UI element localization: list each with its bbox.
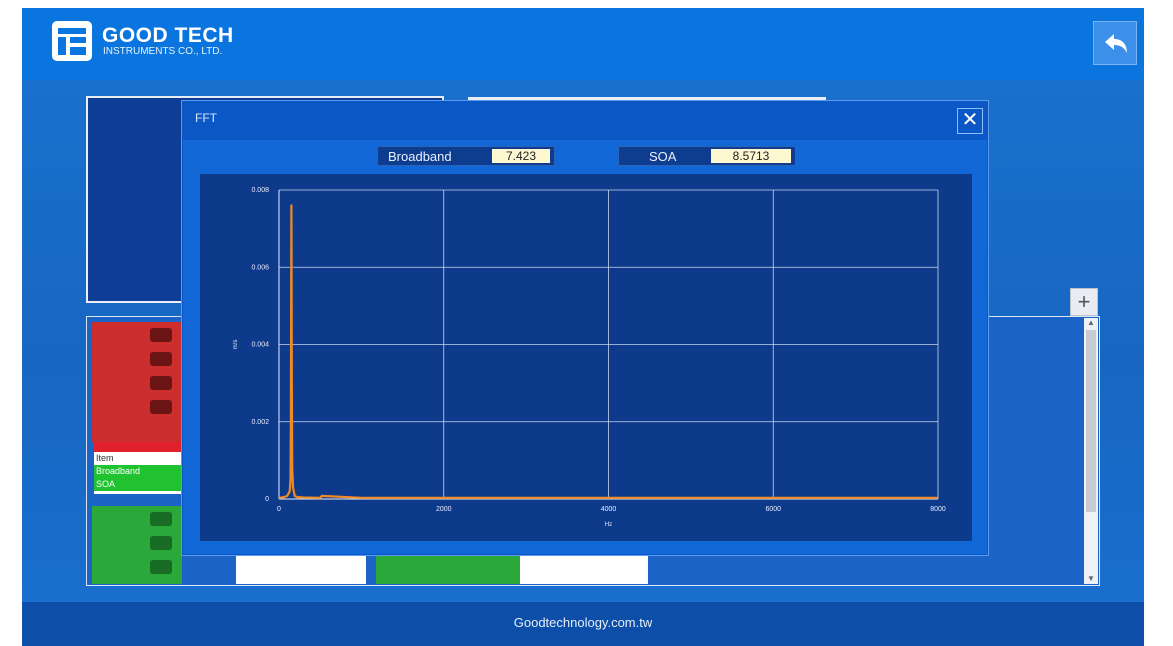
device-card-red[interactable] xyxy=(92,322,182,442)
soa-metric: SOA 8.5713 xyxy=(618,146,796,166)
port-icon xyxy=(150,536,172,550)
footer-website: Goodtechnology.com.tw xyxy=(513,615,653,630)
broadband-metric: Broadband 7.423 xyxy=(377,146,555,166)
add-button[interactable]: + xyxy=(1070,288,1098,316)
list-scrollbar[interactable]: ▲ ▼ xyxy=(1084,318,1098,584)
port-icon xyxy=(150,560,172,574)
x-axis-label: Hz xyxy=(605,522,612,528)
gt-logo-icon xyxy=(52,21,92,61)
channel-label-box-2 xyxy=(520,556,648,584)
soa-label: SOA xyxy=(649,149,677,164)
y-axis-label: m/s xyxy=(233,340,239,350)
soa-value: 8.5713 xyxy=(711,149,791,163)
footer-bar: Goodtechnology.com.tw xyxy=(22,602,1144,646)
y-tick-label: 0.006 xyxy=(251,264,269,271)
y-tick-label: 0 xyxy=(265,496,269,503)
x-tick-label: 0 xyxy=(277,506,281,513)
port-icon xyxy=(150,376,172,390)
status-band xyxy=(94,442,182,452)
port-icon xyxy=(150,352,172,366)
scroll-up-icon[interactable]: ▲ xyxy=(1086,318,1096,328)
app-window: GOOD TECH INSTRUMENTS CO., LTD. + Item B… xyxy=(22,8,1144,646)
scroll-thumb[interactable] xyxy=(1086,330,1096,512)
device-card-green[interactable] xyxy=(92,506,182,584)
dialog-body: Broadband 7.423 SOA 8.5713 0 2000 4000 6000… xyxy=(183,140,987,554)
x-tick-label: 4000 xyxy=(601,506,617,513)
brand-title: GOOD TECH xyxy=(102,24,234,47)
info-row-item: Item xyxy=(96,453,114,463)
x-tick-label: 2000 xyxy=(436,506,452,513)
fft-dialog: FFT ✕ Broadband 7.423 SOA 8.5713 0 2000 40… xyxy=(181,100,989,556)
port-icon xyxy=(150,328,172,342)
device-info-table: Item Broadband SOA xyxy=(94,442,182,494)
broadband-label: Broadband xyxy=(388,149,452,164)
close-button[interactable]: ✕ xyxy=(957,108,983,134)
dialog-title: FFT xyxy=(195,111,217,125)
back-button[interactable] xyxy=(1093,21,1137,65)
channel-label-box xyxy=(236,556,366,584)
port-column xyxy=(150,328,180,424)
info-row-soa: SOA xyxy=(94,478,182,491)
plus-icon: + xyxy=(1077,289,1091,314)
port-icon xyxy=(150,400,172,414)
info-row-broadband: Broadband xyxy=(94,465,182,478)
broadband-value: 7.423 xyxy=(492,149,550,163)
scroll-down-icon[interactable]: ▼ xyxy=(1086,574,1096,584)
brand-subtitle: INSTRUMENTS CO., LTD. xyxy=(103,46,223,57)
close-icon: ✕ xyxy=(961,109,979,131)
fft-chart-area: 0 2000 4000 6000 8000 0 0.002 0.004 0.006 0.008 Hz… xyxy=(200,174,972,541)
x-tick-label: 6000 xyxy=(765,506,781,513)
y-tick-label: 0.008 xyxy=(251,187,269,194)
device-card-green-2[interactable] xyxy=(376,556,521,584)
header-bar: GOOD TECH INSTRUMENTS CO., LTD. xyxy=(22,8,1144,80)
fft-chart: 0 2000 4000 6000 8000 0 0.002 0.004 0.006 0.008 Hz… xyxy=(233,187,946,528)
x-tick-label: 8000 xyxy=(930,506,946,513)
y-tick-label: 0.004 xyxy=(251,342,269,349)
port-icon xyxy=(150,512,172,526)
y-tick-label: 0.002 xyxy=(251,419,269,426)
port-column xyxy=(150,512,180,584)
back-arrow-icon xyxy=(1105,34,1127,53)
